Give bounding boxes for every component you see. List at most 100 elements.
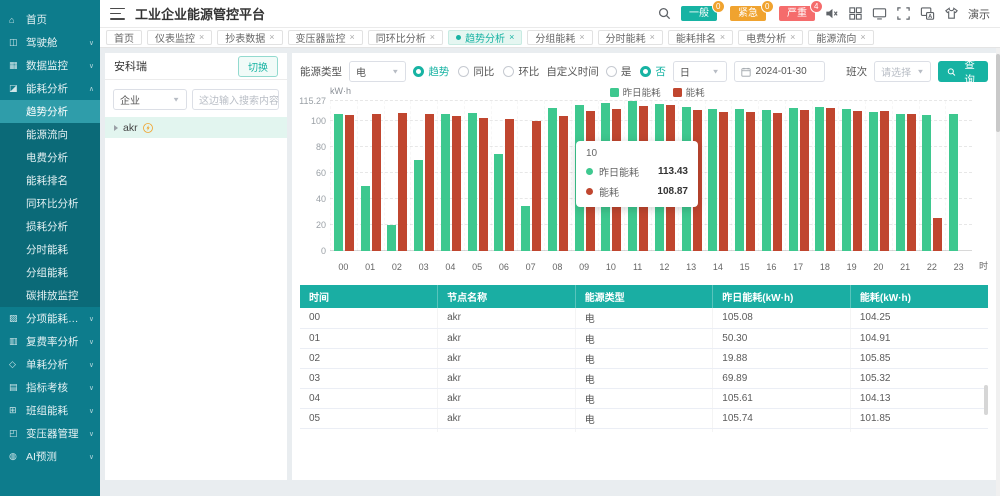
bar-能耗-04[interactable] — [452, 116, 461, 252]
bar-能耗-15[interactable] — [746, 112, 755, 251]
bar-昨日能耗-07[interactable] — [521, 206, 530, 251]
tab-close-icon[interactable]: × — [860, 33, 865, 42]
mute-icon[interactable] — [824, 6, 839, 21]
bar-group-21[interactable] — [892, 101, 919, 251]
date-picker[interactable]: 2024-01-30 — [734, 61, 826, 82]
energy-type-select[interactable]: 电 ▼ — [349, 61, 406, 82]
bar-能耗-00[interactable] — [345, 115, 354, 251]
fullscreen-icon[interactable] — [896, 6, 911, 21]
sidebar-item-yoy-mom-analysis[interactable]: 同环比分析 — [0, 192, 100, 215]
bar-昨日能耗-06[interactable] — [494, 154, 503, 251]
bar-能耗-22[interactable] — [933, 218, 942, 251]
bar-group-01[interactable] — [357, 101, 384, 251]
sidebar-item-trend-analysis[interactable]: 趋势分析 — [0, 100, 100, 123]
bar-group-19[interactable] — [838, 101, 865, 251]
tab-trend-analysis[interactable]: 趋势分析× — [448, 30, 522, 45]
bar-group-03[interactable] — [410, 101, 437, 251]
tab-home[interactable]: 首页 — [106, 30, 142, 45]
tab-close-icon[interactable]: × — [790, 33, 795, 42]
mode-radio-环比[interactable]: 环比 — [503, 64, 539, 79]
bar-能耗-21[interactable] — [907, 114, 916, 251]
node-type-select[interactable]: 企业 ▼ — [113, 89, 187, 110]
tab-electricity-fee[interactable]: 电费分析× — [738, 30, 803, 45]
bar-group-17[interactable] — [785, 101, 812, 251]
bar-group-20[interactable] — [865, 101, 892, 251]
search-icon[interactable] — [657, 6, 672, 21]
bar-昨日能耗-17[interactable] — [789, 108, 798, 251]
theme-icon[interactable] — [944, 6, 959, 21]
tree-search-input[interactable]: 这边输入搜索内容 — [192, 89, 279, 110]
bar-能耗-06[interactable] — [505, 119, 514, 251]
bar-能耗-18[interactable] — [826, 108, 835, 251]
bar-昨日能耗-04[interactable] — [441, 114, 450, 251]
tree-node-akr[interactable]: akr — [105, 117, 287, 138]
table-row[interactable]: 00akr电105.08104.25 — [300, 308, 988, 328]
sidebar-item-tariff-analysis[interactable]: ▥复费率分析∨ — [0, 330, 100, 353]
sidebar-item-home[interactable]: ⌂首页 — [0, 8, 100, 31]
sidebar-item-data-monitor[interactable]: ▦数据监控∨ — [0, 54, 100, 77]
bar-能耗-02[interactable] — [398, 113, 407, 251]
table-row[interactable]: 03akr电69.89105.32 — [300, 368, 988, 388]
bar-group-02[interactable] — [384, 101, 411, 251]
bar-昨日能耗-02[interactable] — [387, 225, 396, 251]
sidebar-item-energy-flow[interactable]: 能源流向 — [0, 123, 100, 146]
tab-close-icon[interactable]: × — [199, 33, 204, 42]
sidebar-item-energy-ranking[interactable]: 能耗排名 — [0, 169, 100, 192]
bar-能耗-14[interactable] — [719, 112, 728, 251]
menu-collapse-icon[interactable] — [110, 8, 125, 20]
table-row[interactable]: 02akr电19.88105.85 — [300, 348, 988, 368]
table-row[interactable]: 06akr电74.90101.30 — [300, 428, 988, 432]
mode-radio-同比[interactable]: 同比 — [458, 64, 494, 79]
bar-group-15[interactable] — [731, 101, 758, 251]
bar-group-08[interactable] — [544, 101, 571, 251]
tab-close-icon[interactable]: × — [720, 33, 725, 42]
bar-能耗-20[interactable] — [880, 111, 889, 251]
bar-group-23[interactable] — [945, 101, 972, 251]
tab-close-icon[interactable]: × — [650, 33, 655, 42]
bar-昨日能耗-05[interactable] — [468, 113, 477, 251]
sidebar-item-loss-analysis[interactable]: 损耗分析 — [0, 215, 100, 238]
apps-icon[interactable] — [848, 6, 863, 21]
sidebar-item-cockpit[interactable]: ◫驾驶舱∨ — [0, 31, 100, 54]
bar-能耗-19[interactable] — [853, 111, 862, 251]
sidebar-item-group-energy[interactable]: 分组能耗 — [0, 261, 100, 284]
bar-能耗-17[interactable] — [800, 110, 809, 251]
sidebar-item-time-energy[interactable]: 分时能耗 — [0, 238, 100, 261]
bar-group-16[interactable] — [758, 101, 785, 251]
bar-能耗-05[interactable] — [479, 118, 488, 251]
demo-label[interactable]: 演示 — [968, 6, 990, 22]
tab-meter-monitor[interactable]: 仪表监控× — [147, 30, 212, 45]
query-button[interactable]: 查询 — [938, 61, 988, 82]
table-row[interactable]: 01akr电50.30104.91 — [300, 328, 988, 348]
tab-meter-reading[interactable]: 抄表数据× — [217, 30, 282, 45]
table-row[interactable]: 04akr电105.61104.13 — [300, 388, 988, 408]
tab-energy-ranking[interactable]: 能耗排名× — [668, 30, 733, 45]
bar-昨日能耗-01[interactable] — [361, 186, 370, 251]
tab-yoy-mom-analysis[interactable]: 同环比分析× — [368, 30, 443, 45]
period-select[interactable]: 日 ▼ — [673, 61, 727, 82]
bar-能耗-01[interactable] — [372, 114, 381, 251]
bar-昨日能耗-08[interactable] — [548, 108, 557, 251]
mode-radio-趋势[interactable]: 趋势 — [413, 64, 449, 79]
bar-group-22[interactable] — [919, 101, 946, 251]
tab-close-icon[interactable]: × — [430, 33, 435, 42]
sidebar-item-subitem-energy-analysis[interactable]: ▨分项能耗分析∨ — [0, 307, 100, 330]
bar-group-05[interactable] — [464, 101, 491, 251]
bar-昨日能耗-19[interactable] — [842, 109, 851, 251]
bar-能耗-03[interactable] — [425, 114, 434, 251]
bar-昨日能耗-03[interactable] — [414, 160, 423, 251]
bar-group-07[interactable] — [517, 101, 544, 251]
tab-close-icon[interactable]: × — [579, 33, 584, 42]
bar-昨日能耗-23[interactable] — [949, 114, 958, 251]
tab-energy-flow[interactable]: 能源流向× — [808, 30, 873, 45]
sidebar-item-unit-consumption[interactable]: ◇单耗分析∨ — [0, 353, 100, 376]
bar-昨日能耗-00[interactable] — [334, 114, 343, 251]
sidebar-item-electricity-fee[interactable]: 电费分析 — [0, 146, 100, 169]
sidebar-item-team-energy[interactable]: ⊞班组能耗∨ — [0, 399, 100, 422]
bar-昨日能耗-20[interactable] — [869, 112, 878, 251]
tab-group-energy[interactable]: 分组能耗× — [527, 30, 592, 45]
alarm-badge-1[interactable]: 一般0 — [681, 6, 717, 21]
alarm-badge-2[interactable]: 紧急0 — [730, 6, 766, 21]
shift-select[interactable]: 请选择 ▼ — [874, 61, 931, 82]
tab-close-icon[interactable]: × — [269, 33, 274, 42]
